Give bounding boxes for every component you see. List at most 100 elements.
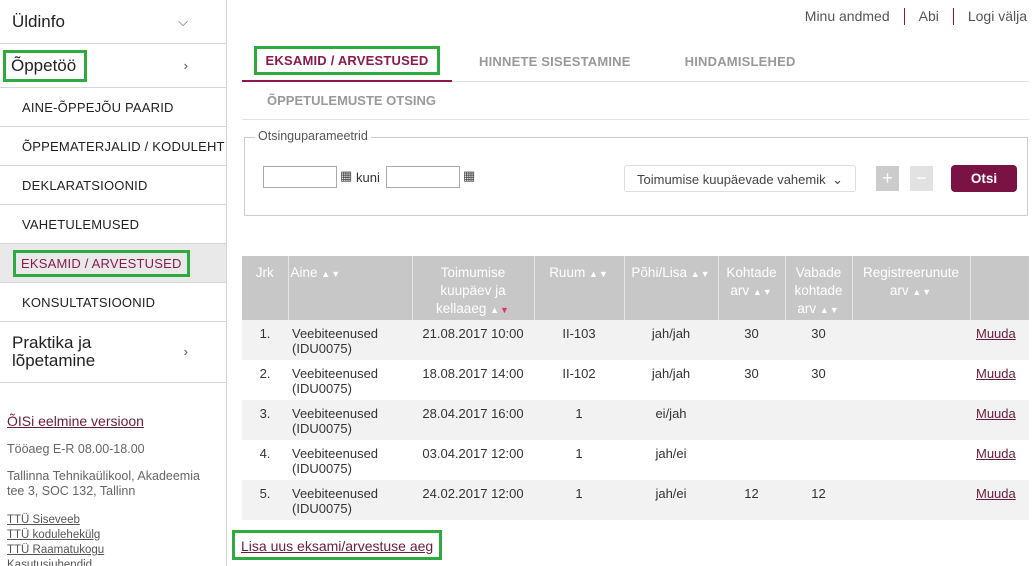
link-raamatukogu[interactable]: TTÜ Raamatukogu [7,543,219,558]
cell-registreerunute-arv [852,320,970,360]
cell-action: Muuda [970,360,1029,400]
edit-link[interactable]: Muuda [976,446,1016,461]
search-button[interactable]: Otsi [951,165,1017,192]
sort-icon[interactable]: ▲▼ [691,269,711,279]
edit-link[interactable]: Muuda [976,326,1016,341]
cell-pohi-lisa: ei/jah [624,400,718,440]
cell-jrk: 1. [242,320,288,360]
sidebar-item-eksamid[interactable]: EKSAMID / ARVESTUSED [0,244,226,283]
table-row: 5. Veebiteenused (IDU0075) 24.02.2017 12:0… [242,480,1029,520]
sidebar-item-aine-oppejou[interactable]: AINE-ÕPPEJÕU PAARID [0,88,226,127]
nav-oppetoo[interactable]: Õppetöö › [0,44,226,88]
sidebar-item-deklaratsioonid[interactable]: DEKLARATSIOONID [0,166,226,205]
date-range-select[interactable]: Toimumise kuupäevade vahemik ⌄ [624,165,856,192]
sort-icon[interactable]: ▲▼ [912,287,932,297]
sort-icon[interactable]: ▲▼ [321,269,341,279]
cell-aeg: 18.08.2017 14:00 [412,360,534,400]
col-pohi-lisa[interactable]: Põhi/Lisa ▲▼ [624,256,719,320]
logout-link[interactable]: Logi välja [954,8,1027,25]
sidebar-info: ÕISi eelmine versioon Tööaeg E-R 08.00-1… [0,383,226,566]
cell-aeg: 24.02.2017 12:00 [412,480,534,520]
col-aine[interactable]: Aine ▲▼ [288,256,413,320]
cell-kohtade-arv: 30 [718,360,785,400]
table-row: 3. Veebiteenused (IDU0075) 28.04.2017 16:0… [242,400,1029,440]
exams-table: Jrk Aine ▲▼ Toimumise kuupäev ja kellaae… [242,256,1029,520]
col-jrk: Jrk [242,256,289,320]
sort-icon[interactable]: ▲▼ [589,269,609,279]
chevron-right-icon: › [183,58,188,73]
cell-aine: Veebiteenused (IDU0075) [288,440,412,480]
table-row: 1. Veebiteenused (IDU0075) 21.08.2017 10:0… [242,320,1029,360]
add-exam-link[interactable]: Lisa uus eksami/arvestuse aeg [232,530,443,560]
link-kodulehekulg[interactable]: TTÜ kodulehekülg [7,528,219,543]
cell-ruum: 1 [534,440,624,480]
old-version-link[interactable]: ÕISi eelmine versioon [7,413,144,429]
calendar-icon[interactable]: ▦ [463,168,475,184]
cell-jrk: 3. [242,400,288,440]
tabs: EKSAMID / ARVESTUSED HINNETE SISESTAMINE… [242,42,1029,120]
col-vabade-kohtade-arv[interactable]: Vabade kohtade arv ▲▼ [785,256,853,320]
cell-pohi-lisa: jah/ei [624,480,718,520]
col-ruum-label: Ruum [549,265,586,280]
cell-action: Muuda [970,400,1029,440]
date-from-input[interactable] [263,166,337,188]
sidebar-item-label: ÕPPEMATERJALID / KODULEHT [22,138,225,154]
nav-praktika[interactable]: Praktika ja lõpetamine › [0,322,226,383]
tab-eksamid[interactable]: EKSAMID / ARVESTUSED [242,42,452,82]
link-kasutusjuhendid[interactable]: Kasutusjuhendid [7,558,219,566]
col-kohtade-arv[interactable]: Kohtade arv ▲▼ [718,256,786,320]
cell-aine: Veebiteenused (IDU0075) [288,480,412,520]
my-data-link[interactable]: Minu andmed [791,8,905,25]
sort-icon[interactable]: ▲▼ [820,305,840,315]
chevron-down-icon: ⌵ [178,13,188,29]
cell-action: Muuda [970,480,1029,520]
col-reg-label: Registreerunute arv [862,265,960,298]
sidebar-item-oppematerjalid[interactable]: ÕPPEMATERJALID / KODULEHT [0,127,226,166]
edit-link[interactable]: Muuda [976,486,1016,501]
cell-kohtade-arv: 30 [718,320,785,360]
col-registreerunute-arv[interactable]: Registreerunute arv ▲▼ [852,256,971,320]
add-button[interactable]: + [876,166,899,191]
col-ruum[interactable]: Ruum ▲▼ [534,256,625,320]
tab-label: EKSAMID / ARVESTUSED [253,46,441,75]
tab-row-2: ÕPPETULEMUSTE OTSING [242,82,1029,120]
tab-hindamislehed[interactable]: HINDAMISLEHED [658,54,823,69]
cell-pohi-lisa: jah/jah [624,360,718,400]
calendar-icon[interactable]: ▦ [340,168,352,184]
sidebar-item-vahetulemused[interactable]: VAHETULEMUSED [0,205,226,244]
sidebar-item-label: EKSAMID / ARVESTUSED [13,249,190,277]
cell-registreerunute-arv [852,440,970,480]
cell-vabade-kohtade-arv: 30 [785,360,852,400]
edit-link[interactable]: Muuda [976,406,1016,421]
sidebar-item-konsultatsioonid[interactable]: KONSULTATSIOONID [0,283,226,322]
sidebar: Üldinfo ⌵ Õppetöö › AINE-ÕPPEJÕU PAARID … [0,0,227,566]
chevron-right-icon: › [183,344,188,359]
cell-registreerunute-arv [852,400,970,440]
date-range-select-value: Toimumise kuupäevade vahemik [637,172,826,187]
cell-kohtade-arv [718,440,785,480]
office-hours: Tööaeg E-R 08.00-18.00 [7,442,145,456]
sort-icon[interactable]: ▲▼ [753,287,773,297]
chevron-down-icon: ⌄ [832,172,843,187]
cell-ruum: II-103 [534,320,624,360]
col-jrk-label: Jrk [255,265,274,280]
cell-registreerunute-arv [852,360,970,400]
cell-ruum: 1 [534,480,624,520]
cell-vabade-kohtade-arv: 30 [785,320,852,360]
edit-link[interactable]: Muuda [976,366,1016,381]
tab-hinnete-sisestamine[interactable]: HINNETE SISESTAMINE [452,54,658,69]
sort-icon[interactable]: ▲▼ [490,305,510,315]
help-link[interactable]: Abi [905,8,954,25]
cell-ruum: II-102 [534,360,624,400]
col-aeg[interactable]: Toimumise kuupäev ja kellaaeg ▲▼ [412,256,535,320]
kuni-label: kuni [356,170,380,185]
search-parameters: Otsinguparameetrid ▦ kuni ▦ Toimumise ku… [244,129,1028,216]
page: Üldinfo ⌵ Õppetöö › AINE-ÕPPEJÕU PAARID … [0,0,1035,566]
tab-oppetulemuste-otsing[interactable]: ÕPPETULEMUSTE OTSING [242,93,436,108]
nav-uldinfo[interactable]: Üldinfo ⌵ [0,0,226,44]
link-siseveeb[interactable]: TTÜ Siseveeb [7,513,219,528]
remove-button[interactable]: − [910,166,933,191]
cell-action: Muuda [970,320,1029,360]
date-to-input[interactable] [386,166,460,188]
table-row: 2. Veebiteenused (IDU0075) 18.08.2017 14:0… [242,360,1029,400]
